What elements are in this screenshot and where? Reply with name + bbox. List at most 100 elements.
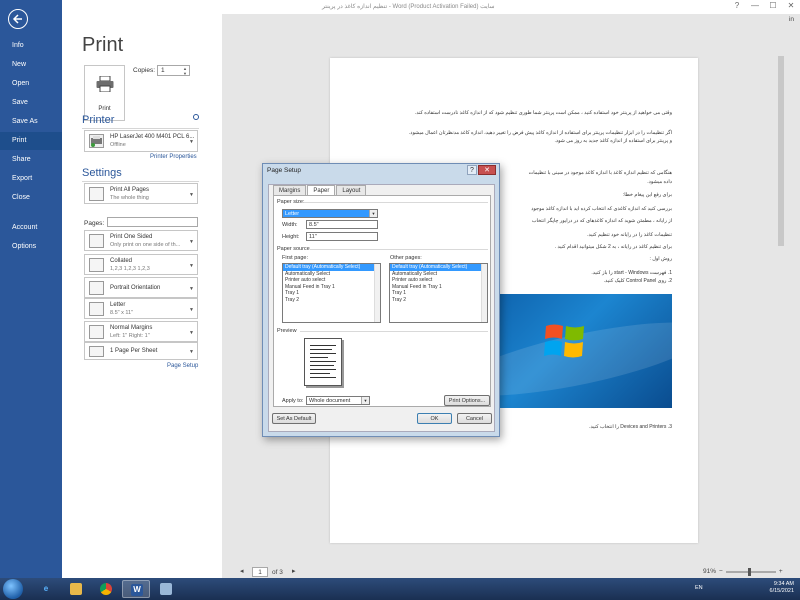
help-button[interactable]: ?: [728, 0, 746, 14]
preview-line: اگر تنظیمات را در ابزار تنظیمات پرینتر ب…: [408, 130, 672, 136]
system-clock[interactable]: 9:34 AM 6/15/2021: [770, 581, 794, 595]
paper-tab-pane: Paper size: Letter ▼ Width: 8.5" Height:…: [273, 195, 491, 407]
pages-per-sheet-dropdown[interactable]: 1 Page Per Sheet ▼: [84, 342, 198, 360]
taskbar-ie[interactable]: e: [32, 580, 60, 598]
taskbar-word[interactable]: W: [122, 580, 150, 598]
print-button[interactable]: Print: [84, 65, 125, 121]
preview-label: Preview: [277, 328, 297, 334]
set-as-default-button[interactable]: Set As Default: [272, 413, 316, 424]
nav-item-account[interactable]: Account: [0, 219, 62, 237]
next-page-icon[interactable]: ▸: [292, 567, 296, 575]
printer-device-icon: [89, 134, 104, 148]
taskbar-chrome[interactable]: [92, 580, 120, 598]
chevron-down-icon[interactable]: ▼: [361, 397, 369, 404]
print-options-button[interactable]: Print Options...: [444, 395, 490, 406]
tab-margins[interactable]: Margins: [273, 185, 307, 195]
setting-sub: 8.5" x 11": [110, 310, 134, 316]
info-icon[interactable]: [193, 114, 199, 120]
page-title: Print: [82, 34, 124, 56]
close-window-button[interactable]: ✕: [782, 0, 800, 14]
nav-item-open[interactable]: Open: [0, 75, 62, 93]
sides-dropdown[interactable]: Print One Sided Only print on one side o…: [84, 230, 198, 251]
zoom-in-icon[interactable]: +: [779, 568, 783, 575]
language-indicator[interactable]: EN: [695, 585, 703, 591]
page-setup-link[interactable]: Page Setup: [167, 363, 198, 369]
setting-main: Portrait Orientation: [110, 285, 161, 291]
setting-sub: The whole thing: [110, 195, 149, 201]
zoom-level: 91%: [703, 568, 717, 575]
nav-item-options[interactable]: Options: [0, 238, 62, 256]
copies-spinner[interactable]: 1 ▲ ▼: [157, 65, 190, 76]
window-title: تنظیم اندازه کاغذ در پرینتر - Word (Prod…: [322, 4, 495, 10]
printer-properties-link[interactable]: Printer Properties: [150, 154, 197, 160]
list-scrollbar[interactable]: [374, 264, 380, 322]
restore-button[interactable]: ☐: [764, 0, 782, 14]
setting-sub: Only print on one side of th...: [110, 242, 181, 248]
other-pages-tray-list[interactable]: Default tray (Automatically Select) Auto…: [389, 263, 488, 323]
nav-item-info[interactable]: Info: [0, 37, 62, 55]
back-arrow-icon[interactable]: [8, 9, 28, 29]
taskbar-app[interactable]: [152, 580, 180, 598]
previous-page-icon[interactable]: ◂: [240, 567, 244, 575]
nav-item-close[interactable]: Close: [0, 189, 62, 207]
nav-item-save[interactable]: Save: [0, 94, 62, 112]
chevron-down-icon: ▼: [189, 285, 194, 292]
minimize-button[interactable]: —: [746, 0, 764, 14]
cancel-button[interactable]: Cancel: [457, 413, 492, 424]
taskbar-explorer[interactable]: [62, 580, 90, 598]
preview-line: از رایانه ، مطمئن شوید که اندازه کاغذهای…: [531, 218, 672, 224]
tray-option[interactable]: Tray 2: [283, 297, 380, 304]
start-button[interactable]: [3, 579, 23, 599]
height-input[interactable]: 11": [306, 232, 378, 241]
nav-item-print[interactable]: Print: [0, 132, 62, 150]
preview-line: 1. فهرست start - Windows را باز کنید.: [591, 270, 672, 276]
nav-item-new[interactable]: New: [0, 56, 62, 74]
paper-size-dropdown[interactable]: Letter 8.5" x 11" ▼: [84, 298, 198, 319]
orientation-dropdown[interactable]: Portrait Orientation ▼: [84, 277, 198, 298]
copies-label: Copies:: [133, 67, 156, 74]
setting-main: Normal Margins: [110, 325, 153, 331]
dialog-body: Margins Paper Layout Paper size: Letter …: [268, 184, 495, 432]
divider: [300, 331, 488, 332]
print-range-dropdown[interactable]: Print All Pages The whole thing ▼: [84, 183, 198, 204]
width-input[interactable]: 8.5": [306, 220, 378, 229]
first-page-tray-list[interactable]: Default tray (Automatically Select) Auto…: [282, 263, 381, 323]
setting-main: Letter: [110, 302, 126, 308]
width-value: 8.5": [309, 222, 319, 228]
internet-explorer-icon: e: [43, 584, 49, 593]
zoom-slider[interactable]: [725, 567, 776, 576]
page-preview-thumbnail: [304, 338, 342, 386]
chevron-down-icon[interactable]: ▼: [369, 210, 377, 217]
preview-line: 2. روی Control Panel کلیک کنید.: [603, 278, 672, 284]
spin-arrows-icon[interactable]: ▲ ▼: [183, 66, 187, 76]
nav-item-export[interactable]: Export: [0, 170, 62, 188]
current-page-input[interactable]: 1: [252, 567, 268, 577]
preview-scrollbar[interactable]: [777, 56, 785, 256]
pages-input[interactable]: [107, 217, 198, 227]
list-scrollbar[interactable]: [481, 264, 487, 322]
scroll-thumb[interactable]: [778, 56, 784, 246]
paper-size-select[interactable]: Letter ▼: [282, 209, 378, 218]
printer-dropdown[interactable]: HP LaserJet 400 M401 PCL 6... Offline ▼: [84, 130, 198, 152]
margins-dropdown[interactable]: Normal Margins Left: 1" Right: 1" ▼: [84, 321, 198, 342]
setting-main: Print One Sided: [110, 234, 153, 240]
apply-to-label: Apply to:: [282, 398, 304, 404]
clock-time: 9:34 AM: [773, 581, 794, 587]
dialog-close-button[interactable]: ✕: [478, 165, 496, 175]
margins-icon: [89, 325, 104, 339]
ok-button[interactable]: OK: [417, 413, 452, 424]
tab-layout[interactable]: Layout: [336, 185, 367, 195]
clock-date: 6/15/2021: [769, 588, 794, 594]
zoom-out-icon[interactable]: −: [719, 568, 723, 575]
collation-dropdown[interactable]: Collated 1,2,3 1,2,3 1,2,3 ▼: [84, 254, 198, 275]
backstage-nav: Info New Open Save Save As Print Share E…: [0, 0, 62, 578]
apply-to-select[interactable]: Whole document ▼: [306, 396, 370, 405]
zoom-slider-knob[interactable]: [747, 567, 751, 576]
tray-option[interactable]: Tray 2: [390, 297, 487, 304]
paper-source-label: Paper source: [277, 246, 310, 252]
nav-item-save-as[interactable]: Save As: [0, 113, 62, 131]
dialog-help-button[interactable]: ?: [467, 165, 477, 175]
preview-text-line: [310, 373, 330, 374]
setting-main: Print All Pages: [110, 187, 150, 193]
nav-item-share[interactable]: Share: [0, 151, 62, 169]
